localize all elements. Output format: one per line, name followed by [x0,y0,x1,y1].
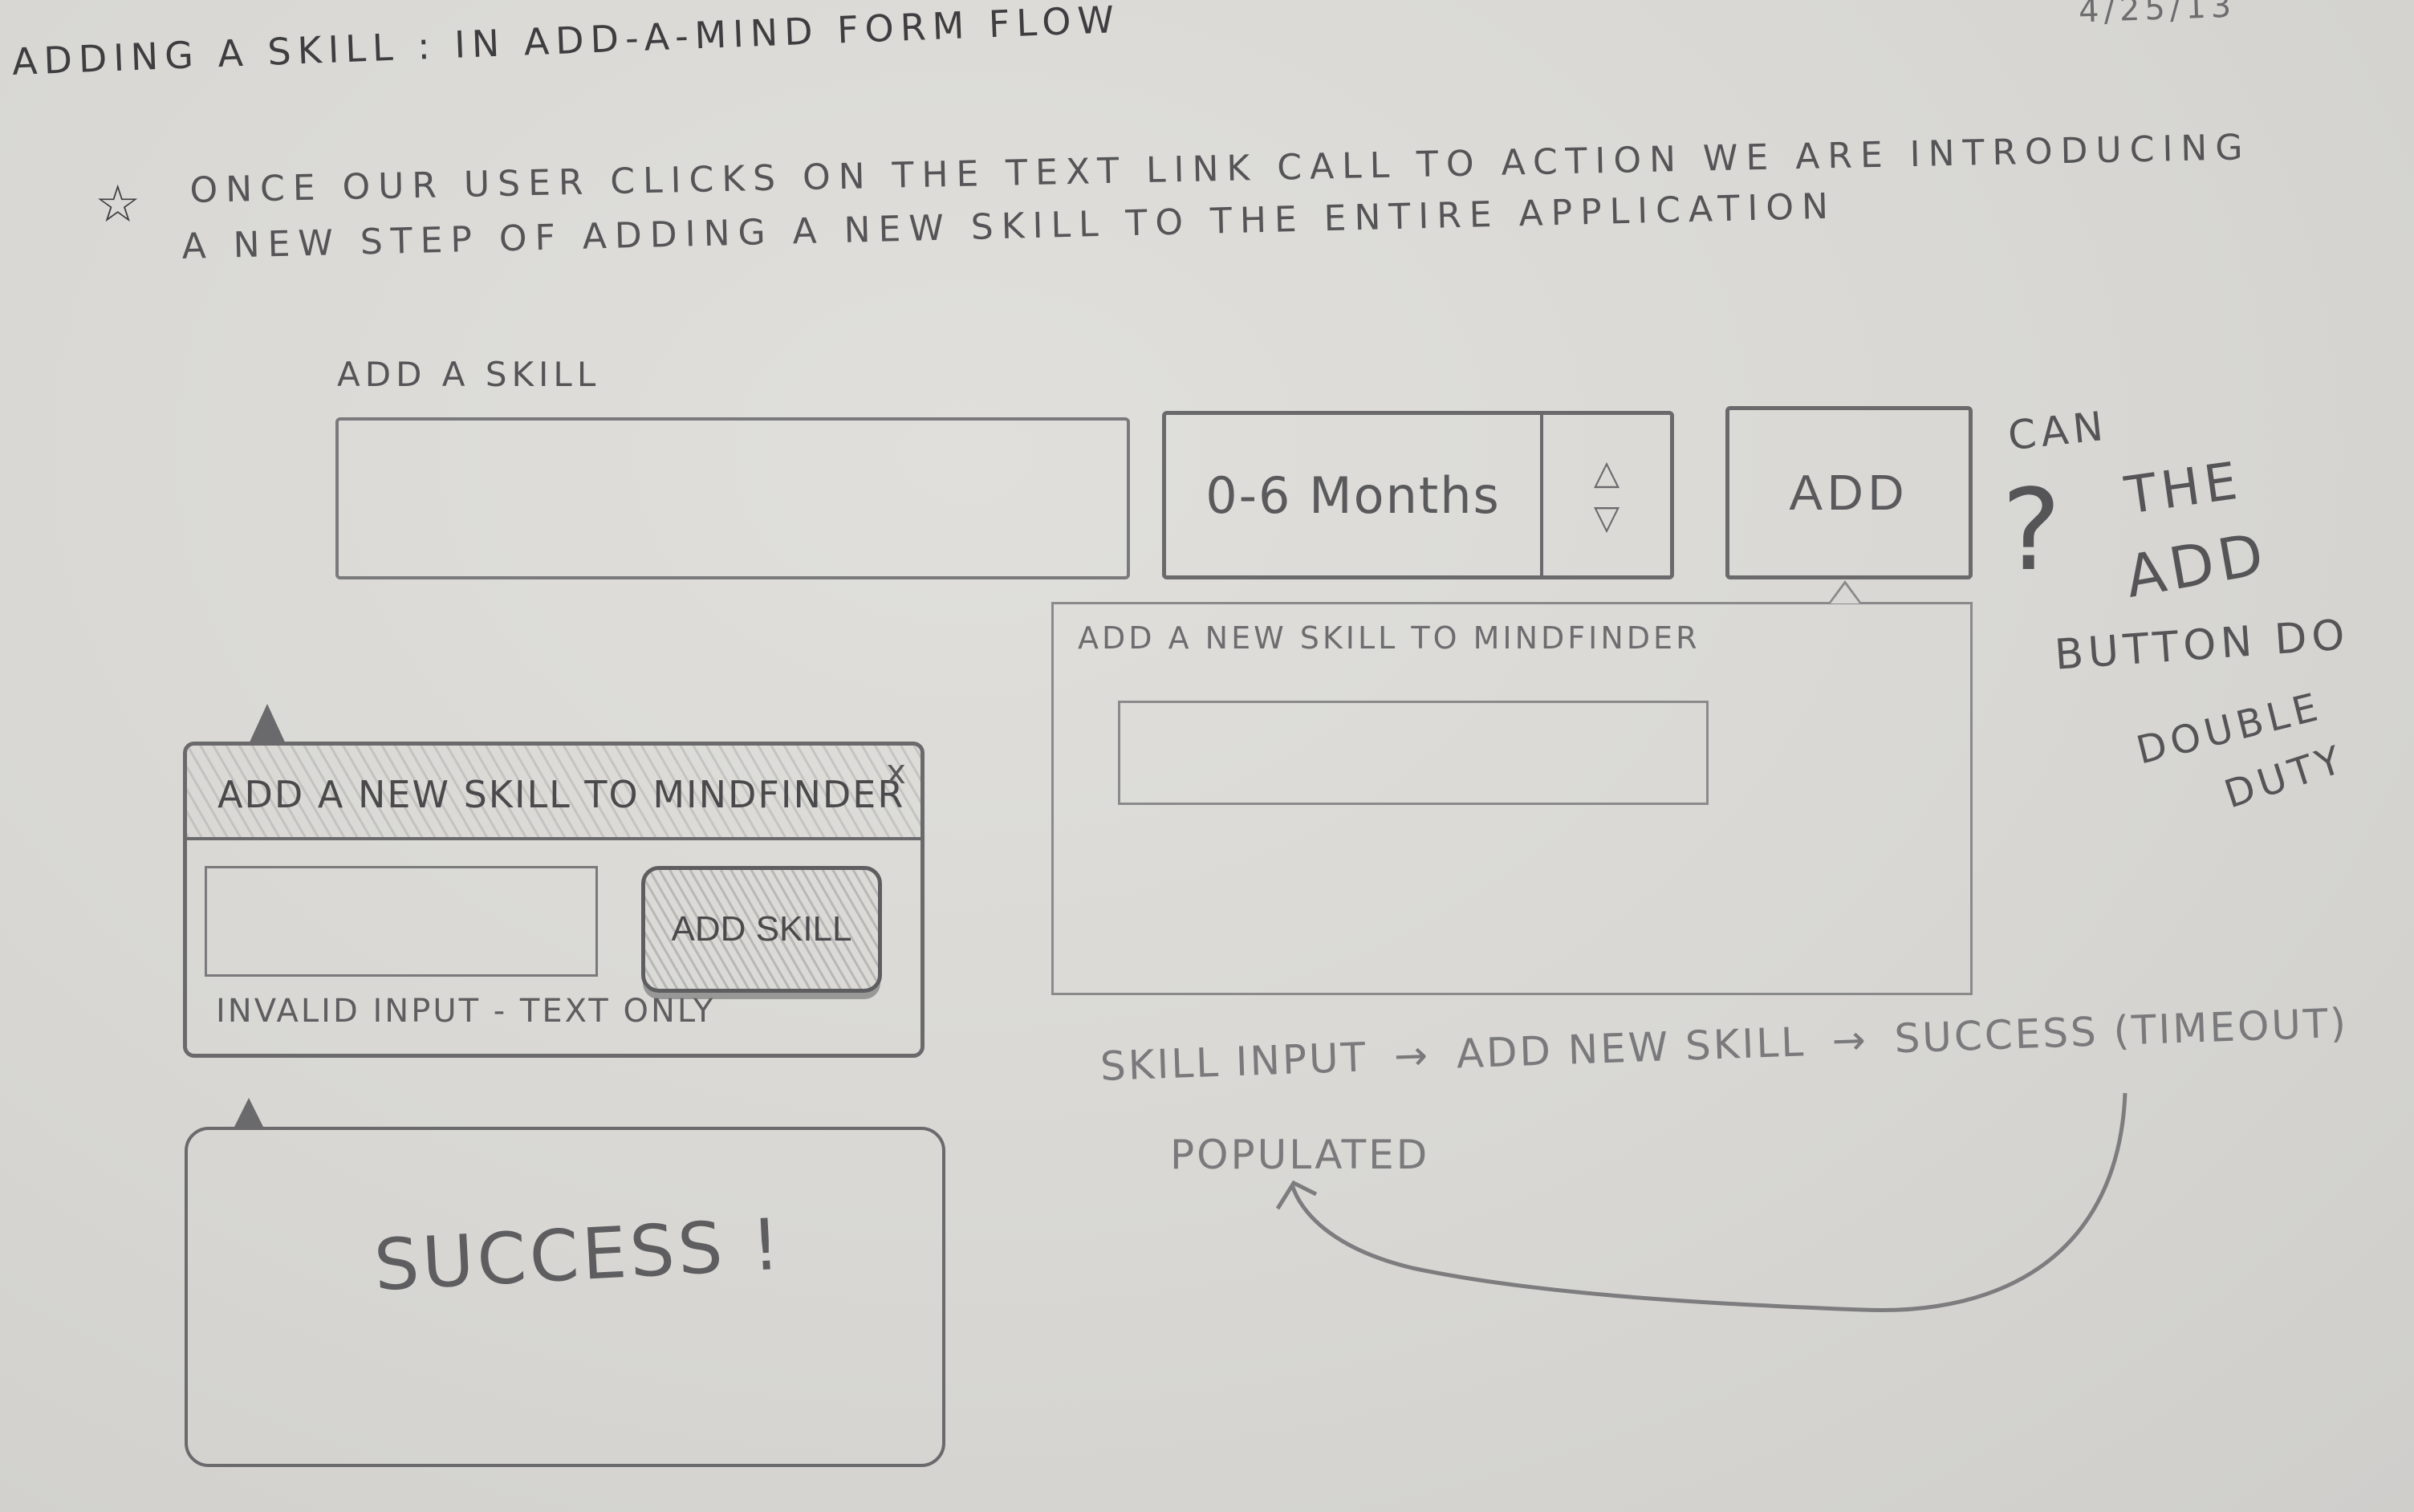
question-mark-icon: ? [2002,465,2067,596]
add-skill-button[interactable]: Add Skill [641,866,882,993]
flow-step: Skill input [1099,1034,1369,1090]
flow-sequence: Skill input → Add new skill → Success (t… [1099,1000,2349,1090]
new-skill-input[interactable] [205,866,598,977]
loop-arrow-path [1290,1092,2127,1313]
add-skill-popover-large: Add a new skill to MindFinder [1051,580,1973,995]
popover-caret [1827,580,1863,604]
intro-text-line-1: Once our user clicks on the text link ca… [189,127,2251,211]
popover-title: Add a new skill to MindFinder [217,773,905,816]
success-message: Success ! [372,1202,786,1307]
popover-header: Add a new skill to MindFinder x [187,746,920,840]
loop-arrow-head [1275,1180,1318,1210]
side-note-line: Can [2006,402,2111,460]
date-label: 4/25/13 [2078,0,2237,30]
star-icon: ☆ [95,175,146,234]
duration-value: 0-6 Months [1205,465,1501,525]
validation-error: Invalid input - text only [216,993,716,1030]
stepper-down-icon[interactable]: ▽ [1594,495,1619,540]
close-icon[interactable]: x [886,752,906,791]
arrow-right-icon: → [1393,1031,1431,1080]
add-skill-popover-error-state: Add a new skill to MindFinder x Add Skil… [183,704,925,1058]
side-note-line: Add [2120,519,2274,611]
skill-input[interactable] [335,417,1130,579]
stepper-up-icon[interactable]: △ [1594,450,1619,495]
success-popover: Success ! [185,1098,945,1467]
popover-title: Add a new skill to MindFinder [1078,620,1701,656]
side-note-line: the [2121,451,2246,526]
arrow-right-icon: → [1831,1016,1869,1065]
popover-caret [233,1098,265,1130]
duration-select[interactable]: 0-6 Months △ ▽ [1162,411,1674,579]
new-skill-input[interactable] [1118,701,1709,805]
flow-step: Success (timeout) [1893,999,2349,1063]
flow-return-label: populated [1170,1132,1430,1178]
side-note-line: Button do [2053,611,2351,680]
popover-caret [248,704,287,746]
page-title: Adding a skill : in add-a-mind form flow [11,0,1121,83]
duration-stepper[interactable]: △ ▽ [1540,415,1670,575]
add-skill-label: Add a skill [337,355,601,394]
flow-step: Add new skill [1455,1018,1806,1078]
add-button[interactable]: ADD [1725,406,1973,579]
